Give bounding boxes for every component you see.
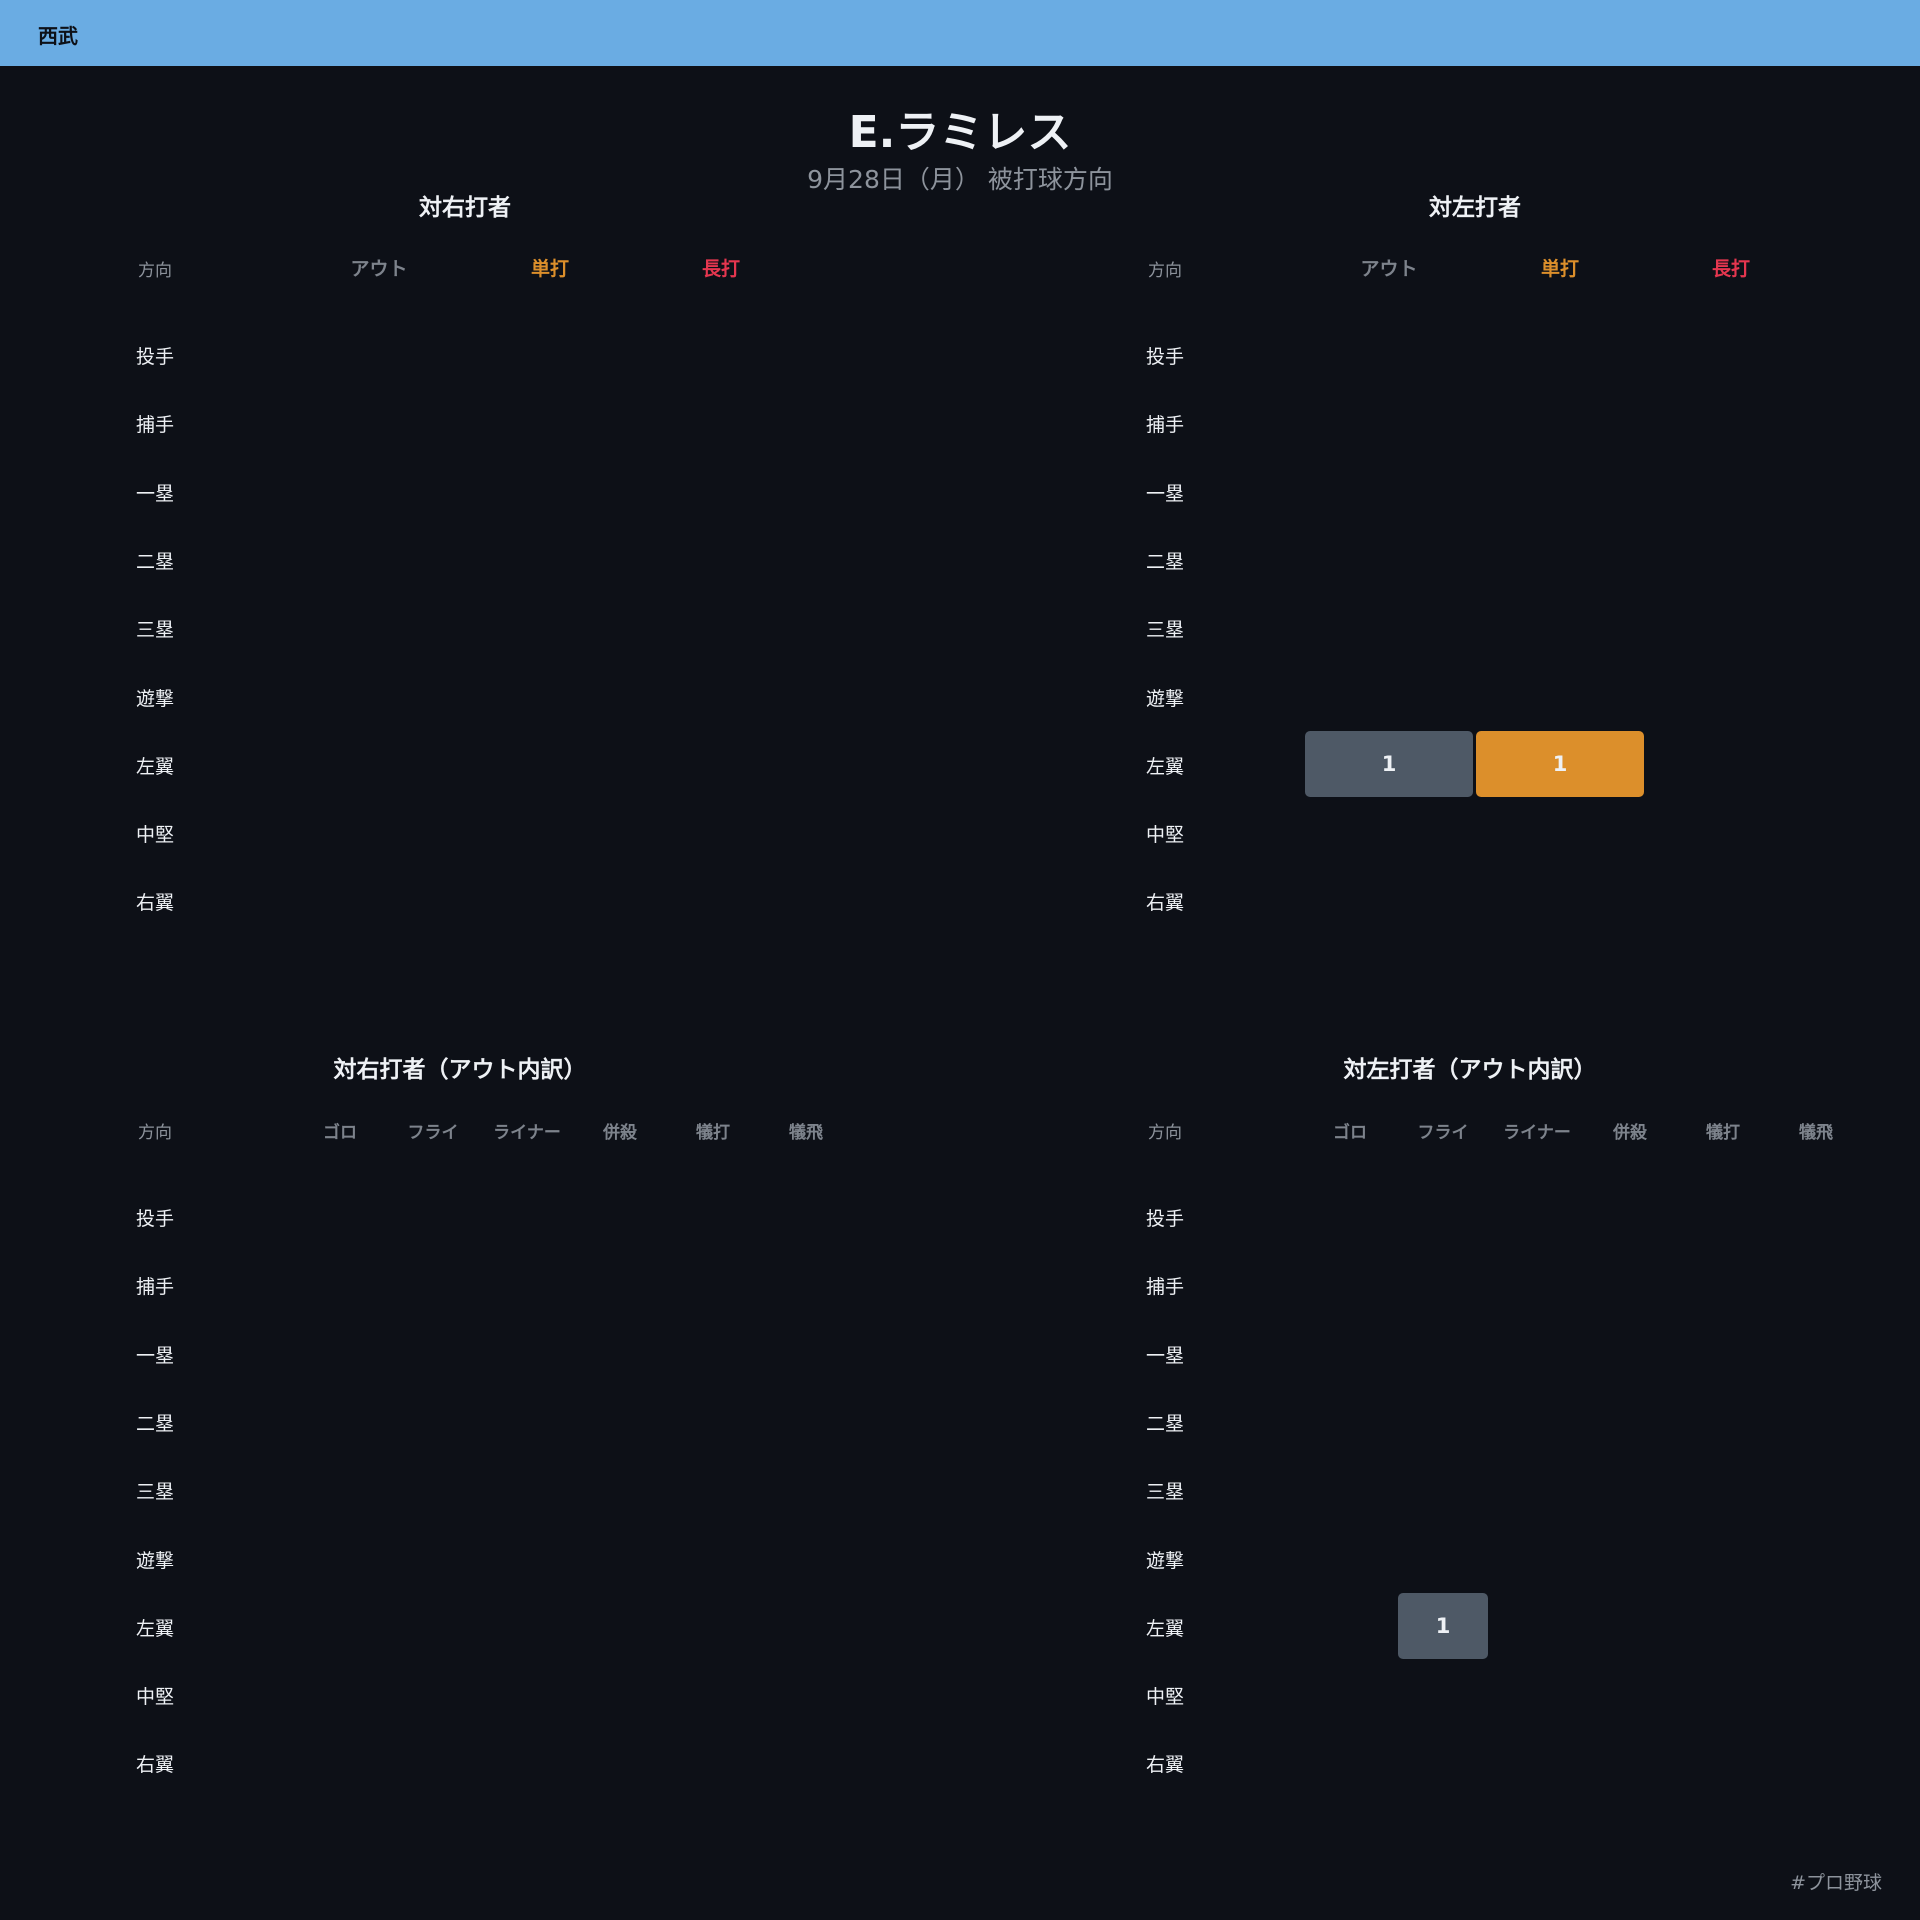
column-header: フライ — [407, 1123, 459, 1143]
direction-row-label: 捕手 — [135, 1276, 174, 1299]
player-name: E.ラミレス — [848, 107, 1072, 158]
panel-title: 対右打者 — [419, 195, 511, 221]
direction-row-label: 捕手 — [1145, 1276, 1184, 1299]
column-header: アウト — [350, 258, 408, 280]
hashtag-footer: #プロ野球 — [1790, 1872, 1882, 1894]
direction-row-label: 右翼 — [1145, 892, 1184, 915]
column-header: 単打 — [1540, 258, 1579, 280]
direction-row-label: 投手 — [135, 346, 174, 368]
direction-row-label: 左翼 — [1145, 755, 1184, 778]
direction-row-label: 一塁 — [135, 482, 174, 505]
direction-row-label: 左翼 — [135, 755, 174, 778]
panel-title: 対左打者 — [1429, 195, 1521, 221]
direction-row-label: 捕手 — [135, 414, 174, 437]
direction-row-label: 左翼 — [1145, 1617, 1184, 1640]
column-header: 長打 — [1711, 258, 1750, 280]
direction-row-label: 二塁 — [1145, 550, 1184, 573]
direction-row-label: 中堅 — [1145, 824, 1184, 847]
direction-row-label: 遊撃 — [1145, 687, 1184, 710]
team-name: 西武 — [38, 24, 78, 48]
column-header: 単打 — [530, 258, 569, 280]
panel-title: 対右打者（アウト内訳） — [333, 1057, 587, 1083]
direction-row-label: 中堅 — [135, 824, 174, 847]
panel-title: 対左打者（アウト内訳） — [1343, 1057, 1597, 1083]
count-cell: 1 — [1305, 730, 1473, 797]
direction-row-label: 右翼 — [1145, 1754, 1184, 1777]
direction-header: 方向 — [138, 1123, 172, 1143]
direction-row-label: 三塁 — [1145, 1481, 1184, 1504]
header-bar: 西武 — [0, 0, 1920, 66]
direction-row-label: 一塁 — [1145, 1344, 1184, 1367]
direction-row-label: 二塁 — [135, 1412, 174, 1435]
direction-row-label: 二塁 — [135, 550, 174, 573]
direction-row-label: 三塁 — [135, 1481, 174, 1504]
direction-row-label: 左翼 — [135, 1617, 174, 1640]
direction-row-label: 一塁 — [1145, 482, 1184, 505]
column-header: ゴロ — [1333, 1123, 1367, 1143]
direction-row-label: 中堅 — [1145, 1686, 1184, 1709]
column-header: 犠打 — [1706, 1123, 1740, 1143]
column-header: フライ — [1417, 1123, 1469, 1143]
direction-header: 方向 — [1148, 261, 1182, 281]
count-cell: 1 — [1398, 1592, 1488, 1659]
direction-header: 方向 — [1148, 1123, 1182, 1143]
direction-row-label: 遊撃 — [135, 687, 174, 710]
column-header: 長打 — [701, 258, 740, 280]
column-header: ライナー — [493, 1123, 561, 1143]
direction-row-label: 捕手 — [1145, 414, 1184, 437]
direction-row-label: 二塁 — [1145, 1412, 1184, 1435]
direction-row-label: 右翼 — [135, 892, 174, 915]
direction-row-label: 投手 — [1145, 346, 1184, 368]
direction-row-label: 一塁 — [135, 1344, 174, 1367]
direction-row-label: 三塁 — [1145, 619, 1184, 642]
column-header: ライナー — [1503, 1123, 1571, 1143]
direction-row-label: 三塁 — [135, 619, 174, 642]
column-header: 犠打 — [696, 1123, 730, 1143]
column-header: 犠飛 — [789, 1123, 823, 1143]
column-header: 犠飛 — [1799, 1123, 1833, 1143]
direction-row-label: 投手 — [1145, 1208, 1184, 1230]
direction-row-label: 右翼 — [135, 1754, 174, 1777]
direction-header: 方向 — [138, 261, 172, 281]
direction-row-label: 遊撃 — [135, 1549, 174, 1572]
column-header: 併殺 — [1613, 1123, 1647, 1143]
column-header: ゴロ — [323, 1123, 357, 1143]
direction-row-label: 中堅 — [135, 1686, 174, 1709]
column-header: 併殺 — [603, 1123, 637, 1143]
column-header: アウト — [1360, 258, 1418, 280]
direction-row-label: 遊撃 — [1145, 1549, 1184, 1572]
count-cell: 1 — [1476, 730, 1644, 797]
direction-row-label: 投手 — [135, 1208, 174, 1230]
